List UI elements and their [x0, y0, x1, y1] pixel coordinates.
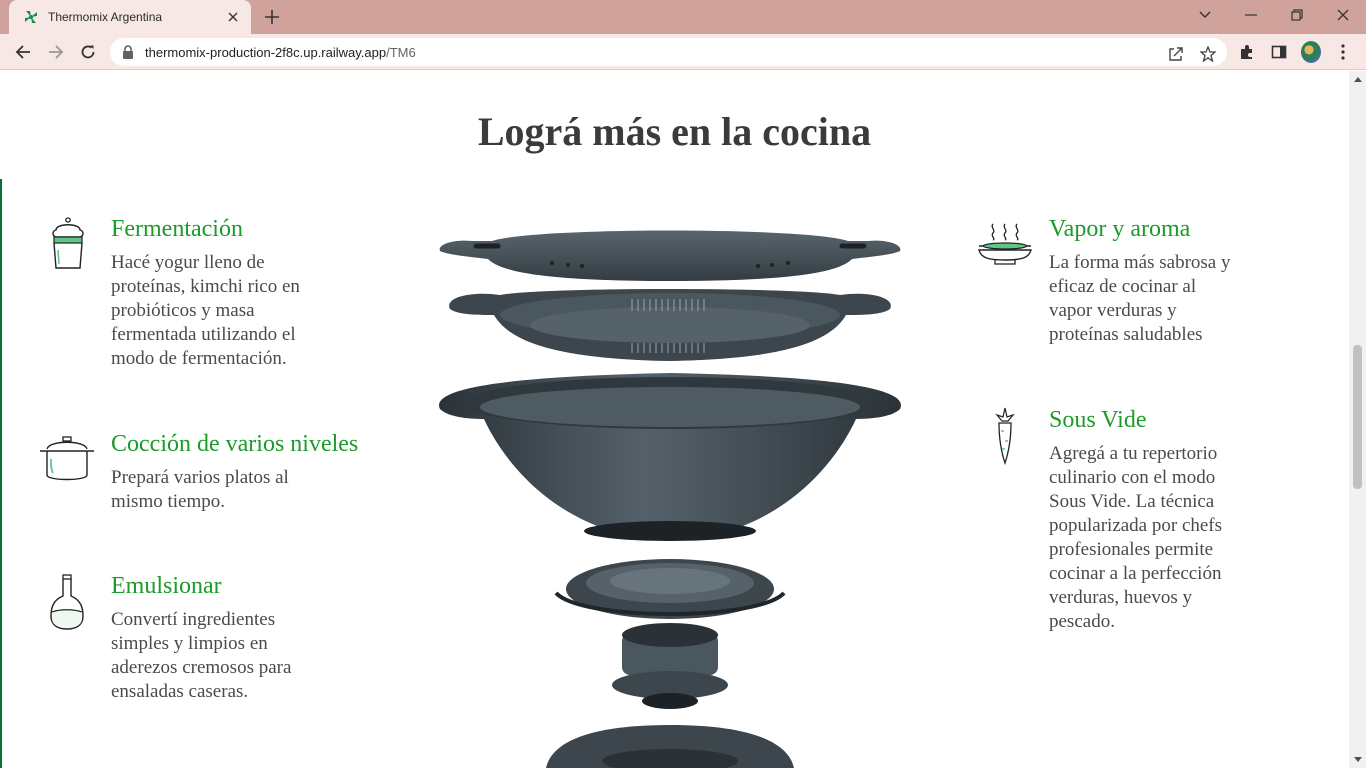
desc-line: mismo tiempo.: [111, 491, 225, 512]
thermomix-logo-icon: [25, 11, 37, 23]
steam-bowl-icon: [978, 223, 1032, 265]
address-bar[interactable]: thermomix-production-2f8c.up.railway.app…: [110, 38, 1227, 66]
url-path: /TM6: [386, 44, 416, 60]
menu-kebab-icon[interactable]: [1333, 42, 1353, 62]
desc-line: ensaladas caseras.: [111, 681, 249, 702]
feature-title: Sous Vide: [1049, 407, 1147, 433]
profile-avatar[interactable]: [1301, 41, 1321, 63]
desc-line: proteínas, kimchi rico en: [111, 276, 300, 297]
new-tab-icon[interactable]: [260, 5, 284, 29]
desc-line: Prepará varios platos al: [111, 467, 289, 488]
desc-line: Convertí ingredientes: [111, 609, 276, 630]
lock-icon: [123, 45, 133, 59]
tab-title: Thermomix Argentina: [48, 10, 163, 24]
close-window-icon[interactable]: [1329, 3, 1357, 27]
feature-title: Cocción de varios niveles: [111, 431, 359, 457]
desc-line: popularizada por chefs: [1049, 515, 1223, 536]
feature-title: Vapor y aroma: [1049, 216, 1191, 242]
feature-title: Fermentación: [111, 216, 243, 242]
feature-sous-vide: Sous Vide Agregá a tu repertorio culinar…: [1049, 406, 1279, 634]
browser-toolbar: thermomix-production-2f8c.up.railway.app…: [0, 34, 1366, 70]
side-panel-icon[interactable]: [1269, 42, 1289, 62]
desc-line: fermentada utilizando el: [111, 324, 296, 345]
browser-tab[interactable]: Thermomix Argentina: [9, 0, 251, 34]
desc-line: probióticos y masa: [111, 300, 255, 321]
desc-line: verduras, huevos y: [1049, 587, 1192, 608]
feature-description: Hacé yogur lleno de proteínas, kimchi ri…: [111, 251, 361, 371]
feature-vapor-aroma: Vapor y aroma La forma más sabrosa y efi…: [1049, 215, 1279, 347]
scroll-down-arrow-icon[interactable]: [1353, 755, 1362, 764]
varoma-product-image: [439, 230, 901, 768]
back-icon[interactable]: [11, 40, 35, 64]
feature-description: Agregá a tu repertorio culinario con el …: [1049, 442, 1279, 634]
desc-line: culinario con el modo: [1049, 467, 1216, 488]
flask-icon: [50, 574, 84, 630]
scrollbar-thumb[interactable]: [1353, 345, 1362, 489]
tab-search-chevron-icon[interactable]: [1191, 3, 1219, 27]
tab-strip: Thermomix Argentina: [0, 0, 1366, 34]
desc-line: profesionales permite: [1049, 539, 1214, 560]
feature-description: Prepará varios platos al mismo tiempo.: [111, 466, 381, 514]
desc-line: modo de fermentación.: [111, 348, 287, 369]
reload-icon[interactable]: [76, 40, 100, 64]
share-icon[interactable]: [1166, 44, 1186, 64]
carrot-icon: [995, 407, 1015, 465]
desc-line: Agregá a tu repertorio: [1049, 443, 1218, 464]
extensions-icon[interactable]: [1237, 42, 1257, 62]
yogurt-cup-icon: [52, 217, 84, 269]
section-heading: Lográ más en la cocina: [477, 109, 872, 154]
desc-line: proteínas saludables: [1049, 324, 1203, 345]
feature-emulsionar: Emulsionar Convertí ingredientes simples…: [111, 572, 361, 704]
cooking-pot-icon: [40, 436, 94, 481]
left-edge-accent: [0, 179, 2, 768]
feature-fermentacion: Fermentación Hacé yogur lleno de proteín…: [111, 215, 361, 371]
desc-line: vapor verduras y: [1049, 300, 1177, 321]
desc-line: Hacé yogur lleno de: [111, 252, 265, 273]
desc-line: simples y limpios en: [111, 633, 268, 654]
close-tab-icon[interactable]: [225, 9, 241, 25]
forward-icon[interactable]: [44, 40, 68, 64]
minimize-icon[interactable]: [1237, 3, 1265, 27]
desc-line: cocinar a la perfección: [1049, 563, 1222, 584]
scroll-up-arrow-icon[interactable]: [1353, 75, 1362, 84]
vertical-scrollbar[interactable]: [1349, 71, 1366, 768]
restore-icon[interactable]: [1283, 3, 1311, 27]
desc-line: pescado.: [1049, 611, 1115, 632]
feature-description: La forma más sabrosa y eficaz de cocinar…: [1049, 251, 1279, 347]
desc-line: aderezos cremosos para: [111, 657, 292, 678]
feature-title: Emulsionar: [111, 573, 222, 599]
bookmark-star-icon[interactable]: [1198, 44, 1218, 64]
url-host: thermomix-production-2f8c.up.railway.app: [145, 44, 387, 60]
desc-line: La forma más sabrosa y: [1049, 252, 1231, 273]
feature-description: Convertí ingredientes simples y limpios …: [111, 608, 361, 704]
desc-line: Sous Vide. La técnica: [1049, 491, 1215, 512]
desc-line: eficaz de cocinar al: [1049, 276, 1197, 297]
feature-coccion-varios-niveles: Cocción de varios niveles Prepará varios…: [111, 430, 381, 514]
page-viewport: Lográ más en la cocina Fermentación Hacé…: [0, 71, 1349, 768]
